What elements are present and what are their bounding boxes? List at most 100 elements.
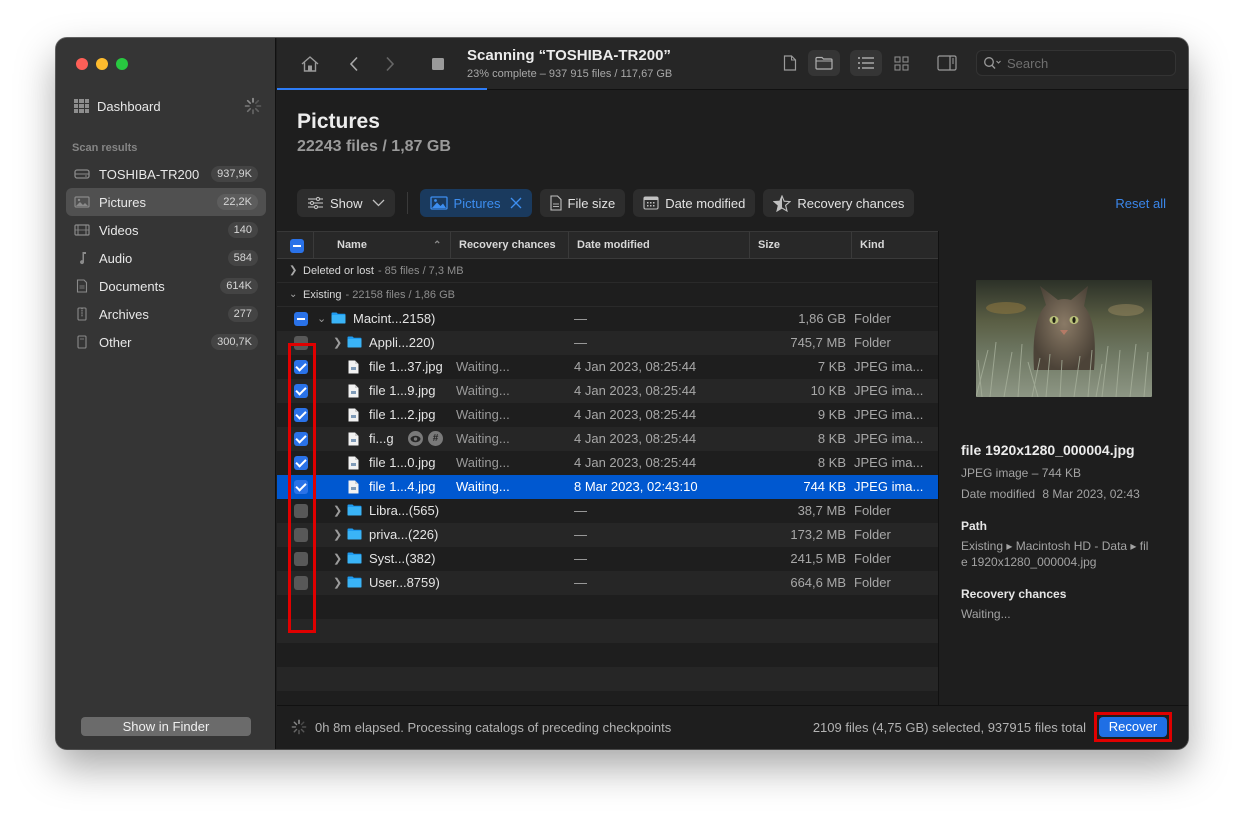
preview-file-name: file 1920x1280_000004.jpg <box>961 442 1135 458</box>
sidebar-item-count: 140 <box>227 222 258 238</box>
list-icon <box>858 57 874 69</box>
reset-all-link[interactable]: Reset all <box>1115 196 1166 211</box>
forward-chevron-icon[interactable] <box>379 54 401 74</box>
chevron-right-icon[interactable]: ❯ <box>333 523 342 547</box>
chevron-right-icon[interactable]: ❯ <box>333 571 342 595</box>
search-input[interactable] <box>1007 55 1157 71</box>
table-row[interactable]: ❯ priva...(226) — 173,2 MB Folder <box>277 523 938 547</box>
remove-filter-x-icon[interactable] <box>510 197 522 209</box>
sidebar-item-toshiba[interactable]: TOSHIBA-TR200 937,9K <box>66 160 266 188</box>
filter-chip-pictures[interactable]: Pictures <box>419 189 532 217</box>
list-view-button[interactable] <box>850 50 882 76</box>
row-checkbox[interactable] <box>294 312 308 326</box>
elapsed-status-text: 0h 8m elapsed. Processing catalogs of pr… <box>315 720 672 735</box>
row-checkbox[interactable] <box>294 480 308 494</box>
table-row[interactable]: ❯ Syst...(382) — 241,5 MB Folder <box>277 547 938 571</box>
row-size: 10 KB <box>810 383 846 398</box>
chevron-down-icon[interactable]: ⌄ <box>317 307 326 331</box>
app-window: Dashboard Scan results TOSHIBA-TR200 937… <box>56 38 1188 749</box>
table-row[interactable]: file 1...9.jpg Waiting... 4 Jan 2023, 08:2… <box>277 379 938 403</box>
toggle-preview-panel-button[interactable] <box>931 50 963 76</box>
sidebar-item-videos[interactable]: Videos 140 <box>66 216 266 244</box>
filter-chip-date-modified[interactable]: Date modified <box>633 189 756 217</box>
row-checkbox[interactable] <box>294 552 308 566</box>
folder-view-button[interactable] <box>808 50 840 76</box>
column-header-size[interactable]: Size <box>749 232 851 259</box>
row-kind: Folder <box>854 527 891 542</box>
column-header-name[interactable]: Name <box>313 232 449 259</box>
row-kind: Folder <box>854 335 891 350</box>
chevron-right-icon[interactable]: ❯ <box>333 547 342 571</box>
column-header-date-modified[interactable]: Date modified <box>568 232 749 259</box>
filter-chip-recovery-chances[interactable]: Recovery chances <box>763 189 915 217</box>
table-row[interactable]: ⌄ Macint...2158) — 1,86 GB Folder <box>277 307 938 331</box>
chevron-down-icon[interactable]: ⌄ <box>289 289 303 300</box>
grid-view-button[interactable] <box>885 50 917 76</box>
column-header-recovery-chances[interactable]: Recovery chances <box>450 232 568 259</box>
filter-chip-file-size[interactable]: File size <box>539 189 626 217</box>
row-checkbox[interactable] <box>294 432 308 446</box>
scan-progress-text: 23% complete – 937 915 files / 117,67 GB <box>467 68 673 80</box>
chevron-right-icon[interactable]: ❯ <box>333 499 342 523</box>
empty-row <box>277 667 938 691</box>
spinner-icon <box>244 97 262 115</box>
group-row-existing[interactable]: ⌄ Existing - 22158 files / 1,86 GB <box>277 283 938 307</box>
table-row[interactable]: file 1...2.jpg Waiting... 4 Jan 2023, 08:2… <box>277 403 938 427</box>
show-in-finder-button[interactable]: Show in Finder <box>81 717 251 736</box>
row-size: 8 KB <box>817 455 846 470</box>
row-kind: Folder <box>854 311 891 326</box>
stop-scan-icon[interactable] <box>427 54 449 74</box>
table-row[interactable]: ❯ User...8759) — 664,6 MB Folder <box>277 571 938 595</box>
close-window-button[interactable] <box>76 58 88 70</box>
table-row[interactable]: file 1...0.jpg Waiting... 4 Jan 2023, 08:2… <box>277 451 938 475</box>
select-all-checkbox[interactable] <box>290 239 304 253</box>
zoom-window-button[interactable] <box>116 58 128 70</box>
main-area: Scanning “TOSHIBA-TR200” 23% complete – … <box>277 38 1188 749</box>
table-row[interactable]: fi...g # Waiting... 4 Jan 2023, 08:25:44 8 K… <box>277 427 938 451</box>
table-row[interactable]: file 1...4.jpg Waiting... 8 Mar 2023, 02:4… <box>277 475 938 499</box>
row-date-modified: — <box>574 311 587 326</box>
row-checkbox[interactable] <box>294 504 308 518</box>
sort-ascending-icon[interactable]: ⌃ <box>433 232 441 259</box>
preview-date-label: Date modified <box>961 487 1036 501</box>
sidebar-item-archives[interactable]: Archives 277 <box>66 300 266 328</box>
recover-button[interactable]: Recover <box>1099 717 1167 737</box>
sidebar-item-other[interactable]: Other 300,7K <box>66 328 266 356</box>
table-row[interactable]: ❯ Appli...220) — 745,7 MB Folder <box>277 331 938 355</box>
sidebar-item-documents[interactable]: Documents 614K <box>66 272 266 300</box>
file-view-button[interactable] <box>774 50 806 76</box>
row-date-modified: — <box>574 335 587 350</box>
row-checkbox[interactable] <box>294 528 308 542</box>
eye-icon[interactable] <box>408 431 423 446</box>
row-checkbox[interactable] <box>294 576 308 590</box>
sidebar-item-audio[interactable]: Audio 584 <box>66 244 266 272</box>
filter-divider <box>406 192 408 214</box>
minimize-window-button[interactable] <box>96 58 108 70</box>
calendar-icon <box>643 196 659 210</box>
show-dropdown-button[interactable]: Show <box>297 189 395 217</box>
group-row-deleted[interactable]: ❯ Deleted or lost - 85 files / 7,3 MB <box>277 259 938 283</box>
sliders-icon <box>307 196 324 210</box>
back-chevron-icon[interactable] <box>343 54 365 74</box>
traffic-lights <box>76 58 128 70</box>
chevron-right-icon[interactable]: ❯ <box>289 265 303 276</box>
sidebar-item-dashboard[interactable]: Dashboard <box>74 96 262 116</box>
row-checkbox[interactable] <box>294 360 308 374</box>
table-row[interactable]: ❯ Libra...(565) — 38,7 MB Folder <box>277 499 938 523</box>
row-size: 173,2 MB <box>790 527 846 542</box>
row-checkbox[interactable] <box>294 336 308 350</box>
row-checkbox[interactable] <box>294 408 308 422</box>
row-kind: JPEG ima... <box>854 455 924 470</box>
sidebar-item-pictures[interactable]: Pictures 22,2K <box>66 188 266 216</box>
folder-icon <box>347 552 362 567</box>
jpeg-file-icon <box>348 384 359 401</box>
row-checkbox[interactable] <box>294 456 308 470</box>
search-field[interactable] <box>976 50 1176 76</box>
hash-icon[interactable]: # <box>428 431 443 446</box>
row-checkbox[interactable] <box>294 384 308 398</box>
table-row[interactable]: file 1...37.jpg Waiting... 4 Jan 2023, 08:… <box>277 355 938 379</box>
chevron-right-icon[interactable]: ❯ <box>333 331 342 355</box>
row-size: 241,5 MB <box>790 551 846 566</box>
home-icon[interactable] <box>299 54 321 74</box>
column-header-kind[interactable]: Kind <box>851 232 937 259</box>
